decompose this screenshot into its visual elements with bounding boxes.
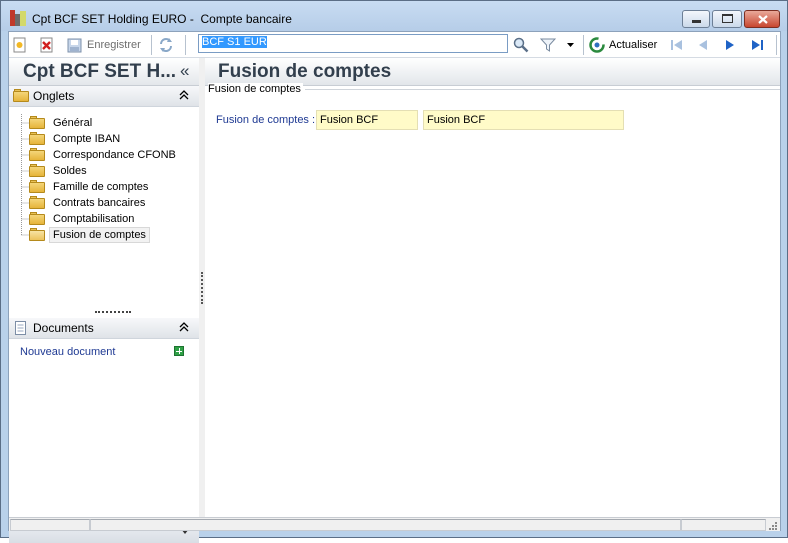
tabs-section-title: Onglets [33,89,75,103]
tab-soldes[interactable]: Soldes [29,163,91,179]
new-document-icon [13,37,26,53]
title-bar[interactable]: Cpt BCF SET Holding EURO - Compte bancai… [1,1,787,31]
collapse-panel-button[interactable]: « [180,61,189,81]
search-input-value: BCF S1 EUR [202,36,267,48]
page-title: Fusion de comptes [218,61,392,82]
save-label: Enregistrer [87,39,141,51]
tab-famille-de-comptes[interactable]: Famille de comptes [29,179,152,195]
status-cell [10,519,90,531]
toolbar-separator [583,35,584,55]
tab-fusion-de-comptes[interactable]: Fusion de comptes [29,227,150,243]
tab-label: Fusion de comptes [49,227,150,243]
add-icon[interactable] [174,346,184,356]
filter-icon [540,38,556,52]
status-cell [90,519,681,531]
next-record-button[interactable] [722,36,738,54]
delete-icon [40,37,53,53]
tab-label: Contrats bancaires [53,197,146,209]
filter-dropdown-button[interactable] [566,36,582,54]
refresh-icon [589,37,605,53]
last-record-icon [752,40,763,50]
first-record-icon [671,40,682,50]
delete-button[interactable] [39,36,55,54]
app-icon [10,10,26,26]
tabs-section-header[interactable]: Onglets [9,86,199,107]
close-button[interactable] [744,10,780,28]
tab-comptabilisation[interactable]: Comptabilisation [29,211,138,227]
tab-general[interactable]: Général [29,115,96,131]
chevron-up-icon[interactable] [179,321,189,333]
minimize-button[interactable] [682,10,710,28]
folder-icon [29,132,45,145]
tab-correspondance-cfonb[interactable]: Correspondance CFONB [29,147,180,163]
tab-label: Général [53,117,93,129]
folder-icon [29,148,45,161]
search-icon [513,37,529,53]
first-record-button[interactable] [669,36,685,54]
left-panel-header: Cpt BCF SET H... « [9,58,199,86]
resize-grip-icon[interactable] [769,522,777,530]
documents-section-title: Documents [33,321,94,335]
fusion-code-field[interactable]: Fusion BCF [316,110,418,130]
client-area: Enregistrer BCF S1 EUR Actualiser Cpt BC… [8,31,781,543]
toolbar-separator [151,35,152,55]
panel-resize-grip[interactable] [95,311,131,313]
toolbar: Enregistrer BCF S1 EUR Actualiser [9,32,780,58]
refresh-label: Actualiser [609,39,658,51]
panel-splitter[interactable] [201,272,203,304]
left-panel: Cpt BCF SET H... « Onglets Général Compt… [9,58,199,543]
search-button[interactable] [513,36,529,54]
status-bar [9,517,780,531]
tab-label: Comptabilisation [53,213,135,225]
save-button[interactable]: Enregistrer [67,36,141,54]
folder-icon [29,164,45,177]
tab-contrats-bancaires[interactable]: Contrats bancaires [29,195,149,211]
previous-record-icon [699,40,707,50]
previous-record-button[interactable] [695,36,711,54]
status-cell [681,519,766,531]
maximize-button[interactable] [712,10,742,28]
toolbar-separator [185,35,186,55]
application-window: Cpt BCF SET Holding EURO - Compte bancai… [0,0,788,543]
tab-label: Correspondance CFONB [53,149,176,161]
group-divider [305,89,780,90]
main-header: Fusion de comptes [205,58,780,86]
search-input[interactable]: BCF S1 EUR [198,34,508,53]
fusion-name-field[interactable]: Fusion BCF [423,110,624,130]
chevron-down-icon [567,43,574,47]
tab-label: Compte IBAN [53,133,121,145]
tab-compte-iban[interactable]: Compte IBAN [29,131,124,147]
group-label: Fusion de comptes [208,83,303,95]
main-panel: Fusion de comptes Fusion de comptes Fusi… [205,58,780,517]
sync-icon [160,38,172,52]
documents-section-header[interactable]: Documents [9,318,199,339]
sync-button[interactable] [158,36,174,54]
tab-label: Soldes [53,165,87,177]
open-folder-icon [29,228,45,241]
close-icon [758,15,768,24]
tab-label: Famille de comptes [53,181,149,193]
folder-icon [13,89,29,102]
new-document-link[interactable]: Nouveau document [20,346,115,358]
folder-icon [29,196,45,209]
folder-icon [29,116,45,129]
save-icon [67,38,82,53]
refresh-button[interactable]: Actualiser [589,36,657,54]
new-button[interactable] [12,36,28,54]
document-icon [15,321,26,335]
next-record-icon [726,40,734,50]
folder-icon [29,212,45,225]
last-record-button[interactable] [749,36,765,54]
fusion-field-label: Fusion de comptes : [216,114,316,126]
toolbar-separator [776,35,777,55]
folder-icon [29,180,45,193]
filter-button[interactable] [540,36,556,54]
chevron-up-icon[interactable] [179,89,189,101]
record-title: Cpt BCF SET H... [23,61,177,82]
window-title: Cpt BCF SET Holding EURO - Compte bancai… [32,12,292,26]
